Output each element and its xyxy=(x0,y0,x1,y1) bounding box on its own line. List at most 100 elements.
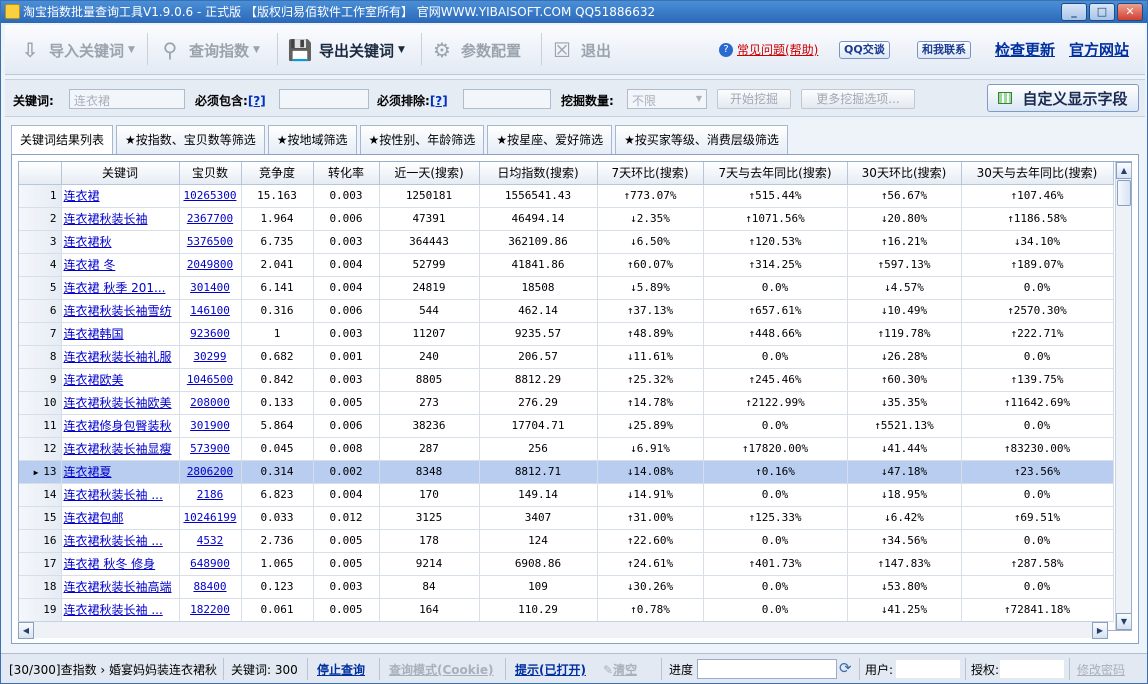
col-header-competition[interactable]: 竞争度 xyxy=(241,162,314,185)
vertical-scrollbar[interactable]: ▲ ▼ xyxy=(1115,162,1131,630)
item-count-cell[interactable]: 30299 xyxy=(179,345,242,369)
must-include-input[interactable] xyxy=(279,89,369,109)
item-count-cell[interactable]: 648900 xyxy=(179,552,242,576)
import-keywords-button[interactable]: ⇩ 导入关键词 ▼ xyxy=(17,33,135,67)
item-count-cell[interactable]: 88400 xyxy=(179,575,242,599)
refresh-icon[interactable]: ⟳ xyxy=(839,659,852,677)
table-row[interactable]: 5 连衣裙 秋季 201... 301400 6.141 0.004 24819 18508… xyxy=(19,276,1114,300)
keyword-link[interactable]: 连衣裙秋装长袖高端 xyxy=(64,580,172,594)
keyword-cell[interactable]: 连衣裙秋装长袖 ... xyxy=(61,483,180,507)
table-row[interactable]: 7 连衣裙韩国 923600 1 0.003 11207 9235.57 ↑48.89% ↑44… xyxy=(19,322,1114,346)
close-button[interactable]: ✕ xyxy=(1117,3,1143,21)
item-count-cell[interactable]: 208000 xyxy=(179,391,242,415)
keyword-cell[interactable]: 连衣裙秋装长袖欧美 xyxy=(61,391,180,415)
item-count-link[interactable]: 4532 xyxy=(197,534,224,547)
keyword-cell[interactable]: 连衣裙包邮 xyxy=(61,506,180,530)
keyword-cell[interactable]: 连衣裙 秋季 201... xyxy=(61,276,180,300)
item-count-link[interactable]: 208000 xyxy=(190,396,230,409)
col-header-item-count[interactable]: 宝贝数 xyxy=(179,162,242,185)
scroll-thumb[interactable] xyxy=(1117,180,1131,206)
keyword-link[interactable]: 连衣裙秋装长袖显瘦 xyxy=(64,442,172,456)
col-header-last-day[interactable]: 近一天(搜索) xyxy=(379,162,480,185)
item-count-cell[interactable]: 2049800 xyxy=(179,253,242,277)
keyword-cell[interactable]: 连衣裙修身包臀装秋 xyxy=(61,414,180,438)
tab-gender-age-filter[interactable]: ★按性别、年龄筛选 xyxy=(359,125,485,155)
col-header-7day-change[interactable]: 7天环比(搜索) xyxy=(597,162,704,185)
query-index-button[interactable]: ⚲ 查询指数 ▼ xyxy=(157,33,260,67)
keyword-link[interactable]: 连衣裙秋 xyxy=(64,235,112,249)
must-include-help-link[interactable]: [?] xyxy=(248,94,266,108)
item-count-link[interactable]: 301400 xyxy=(190,281,230,294)
col-header-30day-yoy[interactable]: 30天与去年同比(搜索) xyxy=(961,162,1114,185)
table-row[interactable]: 17 连衣裙 秋冬 修身 648900 1.065 0.005 9214 6908.86 ↑2… xyxy=(19,552,1114,576)
keyword-link[interactable]: 连衣裙包邮 xyxy=(64,511,124,525)
tab-index-filter[interactable]: ★按指数、宝贝数等筛选 xyxy=(116,125,265,155)
maximize-button[interactable]: □ xyxy=(1089,3,1115,21)
item-count-link[interactable]: 10246199 xyxy=(184,511,237,524)
item-count-cell[interactable]: 2367700 xyxy=(179,207,242,231)
keyword-link[interactable]: 连衣裙秋装长袖 ... xyxy=(64,488,163,502)
item-count-cell[interactable]: 10265300 xyxy=(179,184,242,208)
item-count-link[interactable]: 573900 xyxy=(190,442,230,455)
keyword-link[interactable]: 连衣裙秋装长袖 ... xyxy=(64,603,163,617)
export-keywords-button[interactable]: 💾 导出关键词 ▼ xyxy=(287,33,405,67)
table-row[interactable]: 11 连衣裙修身包臀装秋 301900 5.864 0.006 38236 17704.71… xyxy=(19,414,1114,438)
tab-region-filter[interactable]: ★按地域筛选 xyxy=(267,125,357,155)
keyword-cell[interactable]: 连衣裙欧美 xyxy=(61,368,180,392)
keyword-cell[interactable]: 连衣裙 xyxy=(61,184,180,208)
table-row[interactable]: 19 连衣裙秋装长袖 ... 182200 0.061 0.005 164 110.29 ↑0… xyxy=(19,598,1114,622)
table-row[interactable]: 10 连衣裙秋装长袖欧美 208000 0.133 0.005 273 276.29 ↑14.… xyxy=(19,391,1114,415)
table-row[interactable]: 9 连衣裙欧美 1046500 0.842 0.003 8805 8812.29 ↑25.32… xyxy=(19,368,1114,392)
tip-toggle-link[interactable]: 提示(已打开) xyxy=(515,661,586,678)
item-count-cell[interactable]: 146100 xyxy=(179,299,242,323)
item-count-link[interactable]: 2186 xyxy=(197,488,224,501)
table-row[interactable]: 14 连衣裙秋装长袖 ... 2186 6.823 0.004 170 149.14 ↓14.… xyxy=(19,483,1114,507)
item-count-link[interactable]: 1046500 xyxy=(187,373,233,386)
item-count-cell[interactable]: 182200 xyxy=(179,598,242,622)
item-count-link[interactable]: 5376500 xyxy=(187,235,233,248)
table-row[interactable]: 16 连衣裙秋装长袖 ... 4532 2.736 0.005 178 124 ↑22.60%… xyxy=(19,529,1114,553)
item-count-cell[interactable]: 1046500 xyxy=(179,368,242,392)
change-password-link[interactable]: 修改密码 xyxy=(1077,661,1125,678)
tab-buyer-level-filter[interactable]: ★按买家等级、消费层级筛选 xyxy=(615,125,788,155)
item-count-link[interactable]: 648900 xyxy=(190,557,230,570)
col-header-30day-change[interactable]: 30天环比(搜索) xyxy=(847,162,962,185)
keyword-cell[interactable]: 连衣裙秋装长袖 ... xyxy=(61,529,180,553)
start-dig-button[interactable]: 开始挖掘 xyxy=(717,89,791,109)
keyword-link[interactable]: 连衣裙 秋冬 修身 xyxy=(64,557,156,571)
keyword-cell[interactable]: 连衣裙秋 xyxy=(61,230,180,254)
must-exclude-help-link[interactable]: [?] xyxy=(430,94,448,108)
more-dig-options-button[interactable]: 更多挖掘选项... xyxy=(801,89,915,109)
col-header-7day-yoy[interactable]: 7天与去年同比(搜索) xyxy=(703,162,848,185)
item-count-link[interactable]: 2806200 xyxy=(187,465,233,478)
official-site-link[interactable]: 官方网站 xyxy=(1069,39,1129,60)
params-config-button[interactable]: ⚙ 参数配置 xyxy=(429,33,521,67)
item-count-link[interactable]: 301900 xyxy=(190,419,230,432)
keyword-link[interactable]: 连衣裙秋装长袖雪纺 xyxy=(64,304,172,318)
item-count-cell[interactable]: 2186 xyxy=(179,483,242,507)
table-row[interactable]: 1 连衣裙 10265300 15.163 0.003 1250181 1556541.43… xyxy=(19,184,1114,208)
table-row[interactable]: 3 连衣裙秋 5376500 6.735 0.003 364443 362109.86 ↓6.… xyxy=(19,230,1114,254)
item-count-cell[interactable]: 301400 xyxy=(179,276,242,300)
item-count-link[interactable]: 2049800 xyxy=(187,258,233,271)
item-count-cell[interactable]: 5376500 xyxy=(179,230,242,254)
keyword-cell[interactable]: 连衣裙秋装长袖显瘦 xyxy=(61,437,180,461)
keyword-cell[interactable]: 连衣裙秋装长袖 xyxy=(61,207,180,231)
item-count-link[interactable]: 146100 xyxy=(190,304,230,317)
keyword-link[interactable]: 连衣裙欧美 xyxy=(64,373,124,387)
keyword-cell[interactable]: 连衣裙 冬 xyxy=(61,253,180,277)
help-link[interactable]: ? 常见问题(帮助) xyxy=(719,41,818,58)
table-row[interactable]: 18 连衣裙秋装长袖高端 88400 0.123 0.003 84 109 ↓30.26% 0.… xyxy=(19,575,1114,599)
clear-button[interactable]: ✎清空 xyxy=(603,661,637,678)
item-count-link[interactable]: 2367700 xyxy=(187,212,233,225)
keyword-link[interactable]: 连衣裙韩国 xyxy=(64,327,124,341)
qq-chat-button[interactable]: QQ交谈 xyxy=(839,41,890,59)
keyword-cell[interactable]: 连衣裙韩国 xyxy=(61,322,180,346)
scroll-left-icon[interactable]: ◀ xyxy=(18,622,34,639)
keyword-link[interactable]: 连衣裙 冬 xyxy=(64,258,116,272)
table-row[interactable]: 15 连衣裙包邮 10246199 0.033 0.012 3125 3407 ↑31.00%… xyxy=(19,506,1114,530)
tab-result-list[interactable]: 关键词结果列表 xyxy=(11,125,114,155)
dig-count-select[interactable]: 不限 ▼ xyxy=(627,89,707,109)
keyword-input[interactable]: 连衣裙 xyxy=(69,89,185,109)
keyword-cell[interactable]: 连衣裙秋装长袖雪纺 xyxy=(61,299,180,323)
